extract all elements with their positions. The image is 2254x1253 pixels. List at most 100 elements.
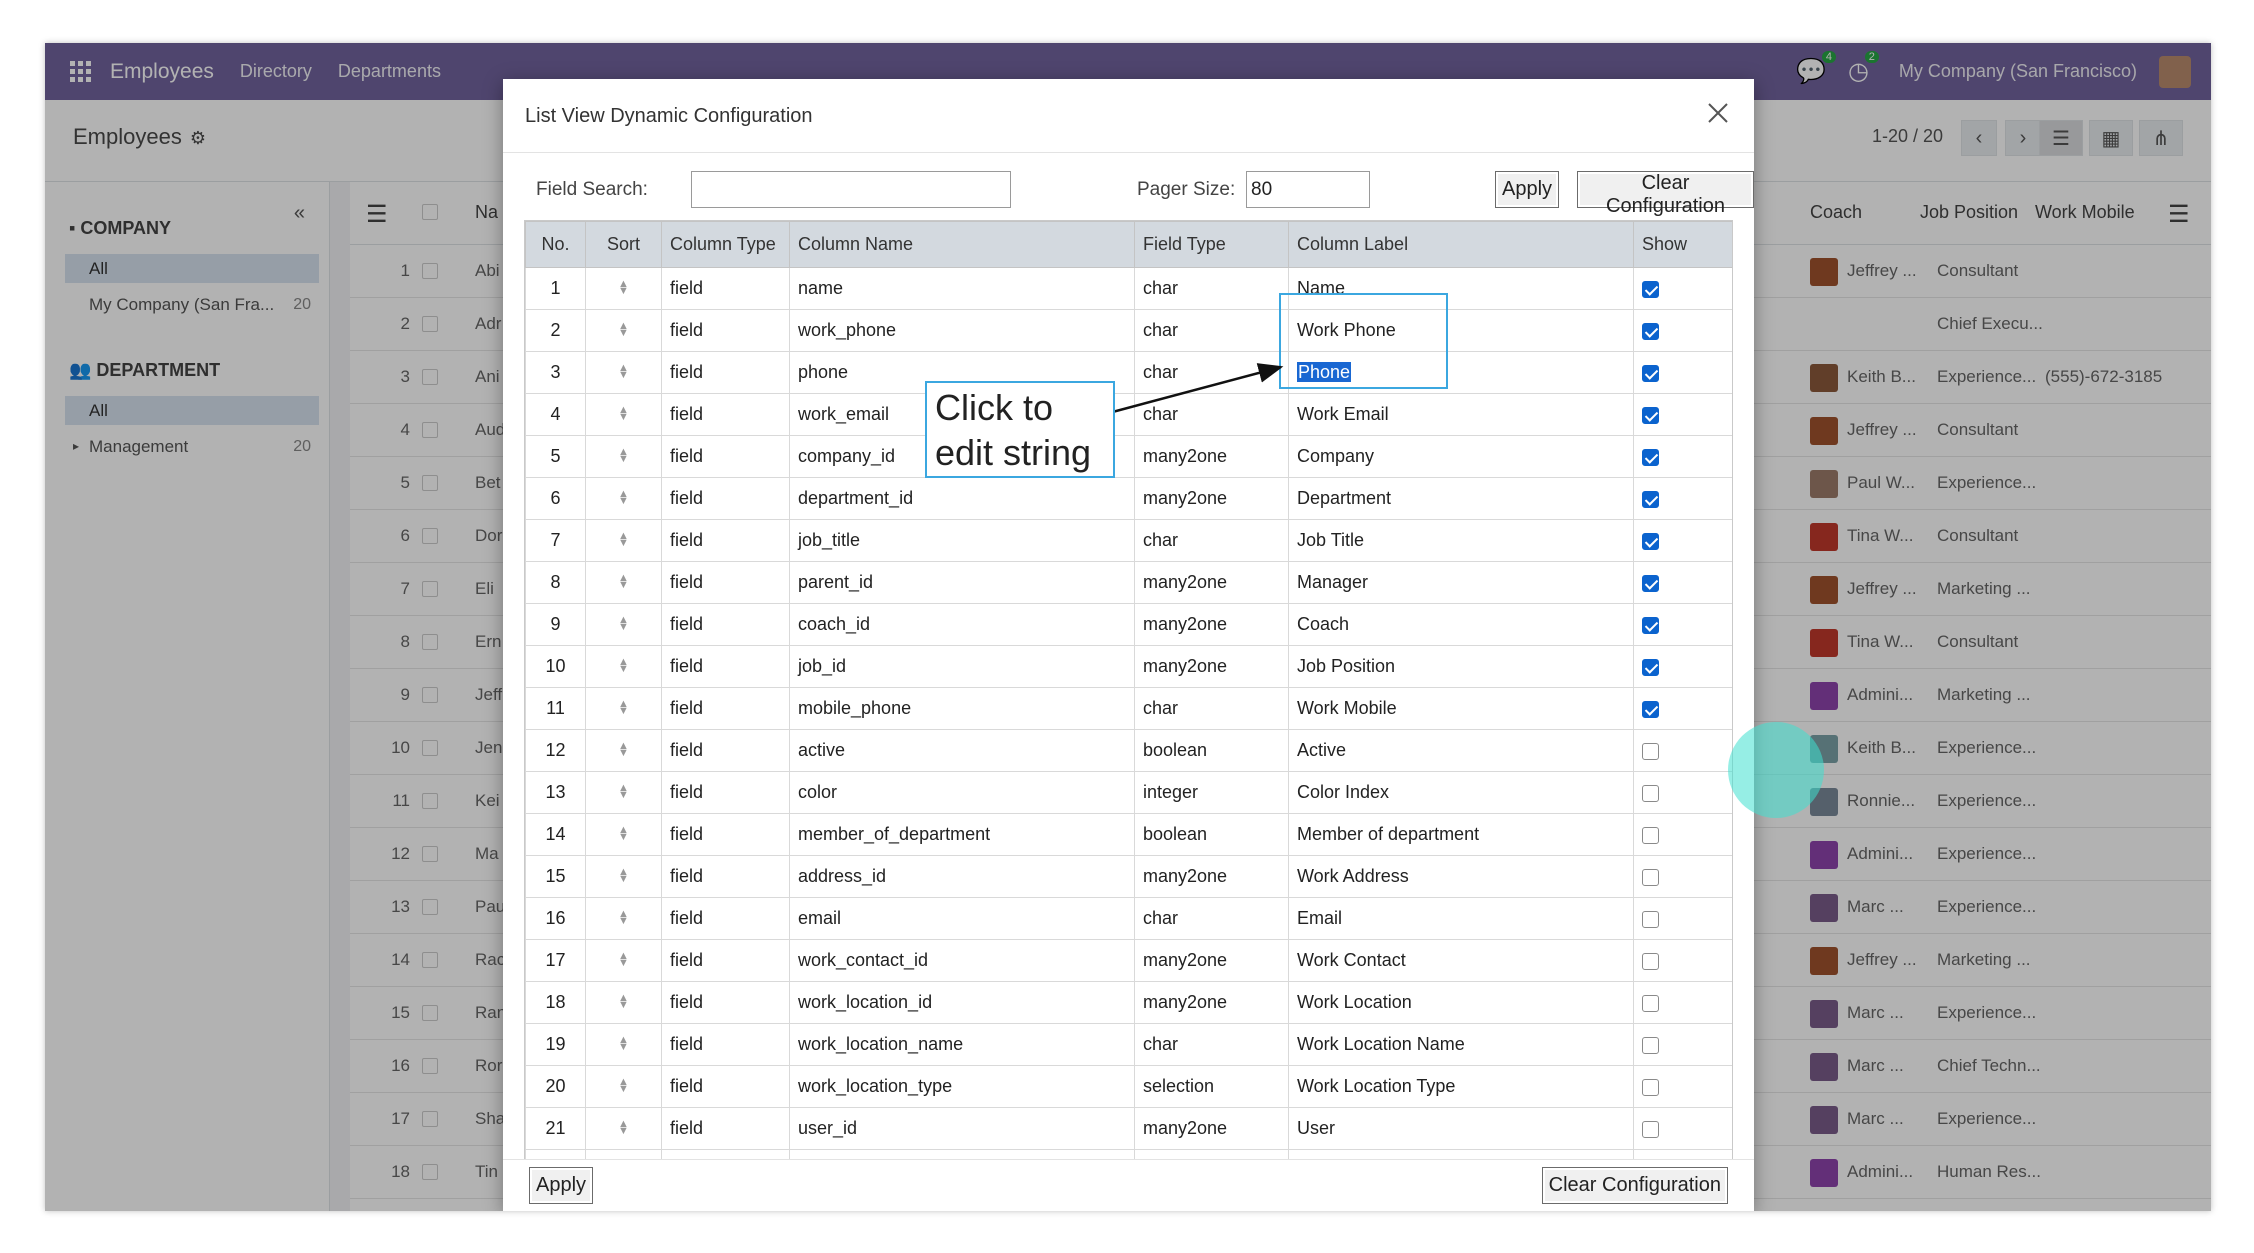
apply-button-top[interactable]: Apply	[1495, 171, 1560, 208]
sort-handle-icon[interactable]: ▲ ▼	[585, 519, 662, 562]
show-checkbox[interactable]	[1642, 742, 1659, 760]
column-label-cell[interactable]: Work Location Name	[1288, 1023, 1634, 1066]
sort-handle-icon[interactable]: ▲ ▼	[585, 1065, 662, 1108]
column-label-text[interactable]: Manager	[1297, 572, 1368, 592]
column-label-cell[interactable]: Member of department	[1288, 813, 1634, 856]
row-no: 2	[525, 309, 586, 352]
show-checkbox[interactable]	[1642, 700, 1659, 718]
sort-handle-icon[interactable]: ▲ ▼	[585, 1107, 662, 1150]
sort-handle-icon[interactable]: ▲ ▼	[585, 981, 662, 1024]
show-checkbox[interactable]	[1642, 364, 1659, 382]
show-checkbox[interactable]	[1642, 1036, 1659, 1054]
show-checkbox[interactable]	[1642, 448, 1659, 466]
column-label-cell[interactable]: Work Contact	[1288, 939, 1634, 982]
column-label-text[interactable]: Work Location Type	[1297, 1076, 1455, 1096]
column-type: field	[661, 267, 790, 310]
sort-handle-icon[interactable]: ▲ ▼	[585, 855, 662, 898]
sort-handle-icon[interactable]: ▲ ▼	[585, 477, 662, 520]
sort-handle-icon[interactable]: ▲ ▼	[585, 645, 662, 688]
column-label-cell[interactable]: Email	[1288, 897, 1634, 940]
sort-handle-icon[interactable]: ▲ ▼	[585, 687, 662, 730]
config-row: 13 ▲ ▼ field color integer Color Index	[525, 771, 1732, 814]
column-label-cell[interactable]: Job Position	[1288, 645, 1634, 688]
show-checkbox[interactable]	[1642, 532, 1659, 550]
show-checkbox[interactable]	[1642, 406, 1659, 424]
show-cell	[1633, 309, 1732, 352]
show-checkbox[interactable]	[1642, 490, 1659, 508]
sort-handle-icon[interactable]: ▲ ▼	[585, 771, 662, 814]
show-cell	[1633, 351, 1732, 394]
column-label-cell[interactable]: Manager	[1288, 561, 1634, 604]
column-label-text[interactable]: Work Email	[1297, 404, 1389, 424]
config-row: 15 ▲ ▼ field address_id many2one Work Address	[525, 855, 1732, 898]
config-table-header: No. Sort Column Type Column Name Field T…	[525, 221, 1732, 268]
show-cell	[1633, 939, 1732, 982]
column-label-cell[interactable]: Coach	[1288, 603, 1634, 646]
sort-handle-icon[interactable]: ▲ ▼	[585, 561, 662, 604]
show-checkbox[interactable]	[1642, 280, 1659, 298]
show-checkbox[interactable]	[1642, 616, 1659, 634]
field-type: boolean	[1134, 729, 1289, 772]
show-checkbox[interactable]	[1642, 574, 1659, 592]
show-checkbox[interactable]	[1642, 1078, 1659, 1096]
column-label-cell[interactable]: Work Location Type	[1288, 1065, 1634, 1108]
show-checkbox[interactable]	[1642, 910, 1659, 928]
show-checkbox[interactable]	[1642, 322, 1659, 340]
column-label-text[interactable]: Department	[1297, 488, 1391, 508]
config-row: 9 ▲ ▼ field coach_id many2one Coach	[525, 603, 1732, 646]
column-label-text[interactable]: User	[1297, 1118, 1335, 1138]
column-label-cell[interactable]: Job Title	[1288, 519, 1634, 562]
column-label-text[interactable]: Work Location	[1297, 992, 1412, 1012]
config-table-container[interactable]: No. Sort Column Type Column Name Field T…	[524, 220, 1733, 1160]
column-name: job_id	[789, 645, 1135, 688]
clear-configuration-button-top[interactable]: Clear Configuration	[1577, 171, 1754, 217]
show-checkbox[interactable]	[1642, 994, 1659, 1012]
column-label-cell[interactable]: Department	[1288, 477, 1634, 520]
column-label-text[interactable]: Work Location Name	[1297, 1034, 1465, 1054]
sort-handle-icon[interactable]: ▲ ▼	[585, 729, 662, 772]
show-checkbox[interactable]	[1642, 826, 1659, 844]
column-label-cell[interactable]: Work Mobile	[1288, 687, 1634, 730]
sort-handle-icon[interactable]: ▲ ▼	[585, 813, 662, 856]
column-label-text[interactable]: Email	[1297, 908, 1342, 928]
column-label-text[interactable]: Color Index	[1297, 782, 1389, 802]
field-search-input[interactable]	[691, 171, 1011, 208]
column-label-text[interactable]: Coach	[1297, 614, 1349, 634]
column-label-cell[interactable]: Work Location	[1288, 981, 1634, 1024]
close-icon[interactable]	[1698, 93, 1738, 133]
clear-configuration-button-bottom[interactable]: Clear Configuration	[1541, 1167, 1728, 1204]
show-checkbox[interactable]	[1642, 658, 1659, 676]
sort-handle-icon[interactable]: ▲ ▼	[585, 393, 662, 436]
column-label-text[interactable]: Company	[1297, 446, 1374, 466]
show-checkbox[interactable]	[1642, 952, 1659, 970]
sort-handle-icon[interactable]: ▲ ▼	[585, 939, 662, 982]
column-label-text[interactable]: Active	[1297, 740, 1346, 760]
show-checkbox[interactable]	[1642, 784, 1659, 802]
column-label-text[interactable]: Work Contact	[1297, 950, 1406, 970]
sort-handle-icon[interactable]: ▲ ▼	[585, 267, 662, 310]
column-label-text[interactable]: Member of department	[1297, 824, 1479, 844]
show-checkbox[interactable]	[1642, 868, 1659, 886]
column-label-text[interactable]: Work Mobile	[1297, 698, 1397, 718]
show-checkbox[interactable]	[1642, 1120, 1659, 1138]
column-label-cell[interactable]: Color Index	[1288, 771, 1634, 814]
column-label-text[interactable]: Job Position	[1297, 656, 1395, 676]
sort-handle-icon[interactable]: ▲ ▼	[585, 603, 662, 646]
column-label-cell[interactable]: Work Address	[1288, 855, 1634, 898]
column-label-cell[interactable]: User	[1288, 1107, 1634, 1150]
apply-button-bottom[interactable]: Apply	[529, 1167, 594, 1204]
column-label-cell[interactable]: Company	[1288, 435, 1634, 478]
sort-handle-icon[interactable]: ▲ ▼	[585, 1023, 662, 1066]
row-no: 20	[525, 1065, 586, 1108]
pager-size-input[interactable]	[1246, 171, 1370, 208]
sort-handle-icon[interactable]: ▲ ▼	[585, 351, 662, 394]
column-label-cell[interactable]: Active	[1288, 729, 1634, 772]
sort-handle-icon[interactable]: ▲ ▼	[585, 435, 662, 478]
field-type: char	[1134, 519, 1289, 562]
sort-handle-icon[interactable]: ▲ ▼	[585, 897, 662, 940]
column-label-text[interactable]: Job Title	[1297, 530, 1364, 550]
column-type: field	[661, 981, 790, 1024]
sort-handle-icon[interactable]: ▲ ▼	[585, 309, 662, 352]
column-label-text[interactable]: Work Address	[1297, 866, 1409, 886]
column-label-cell[interactable]: Work Email	[1288, 393, 1634, 436]
